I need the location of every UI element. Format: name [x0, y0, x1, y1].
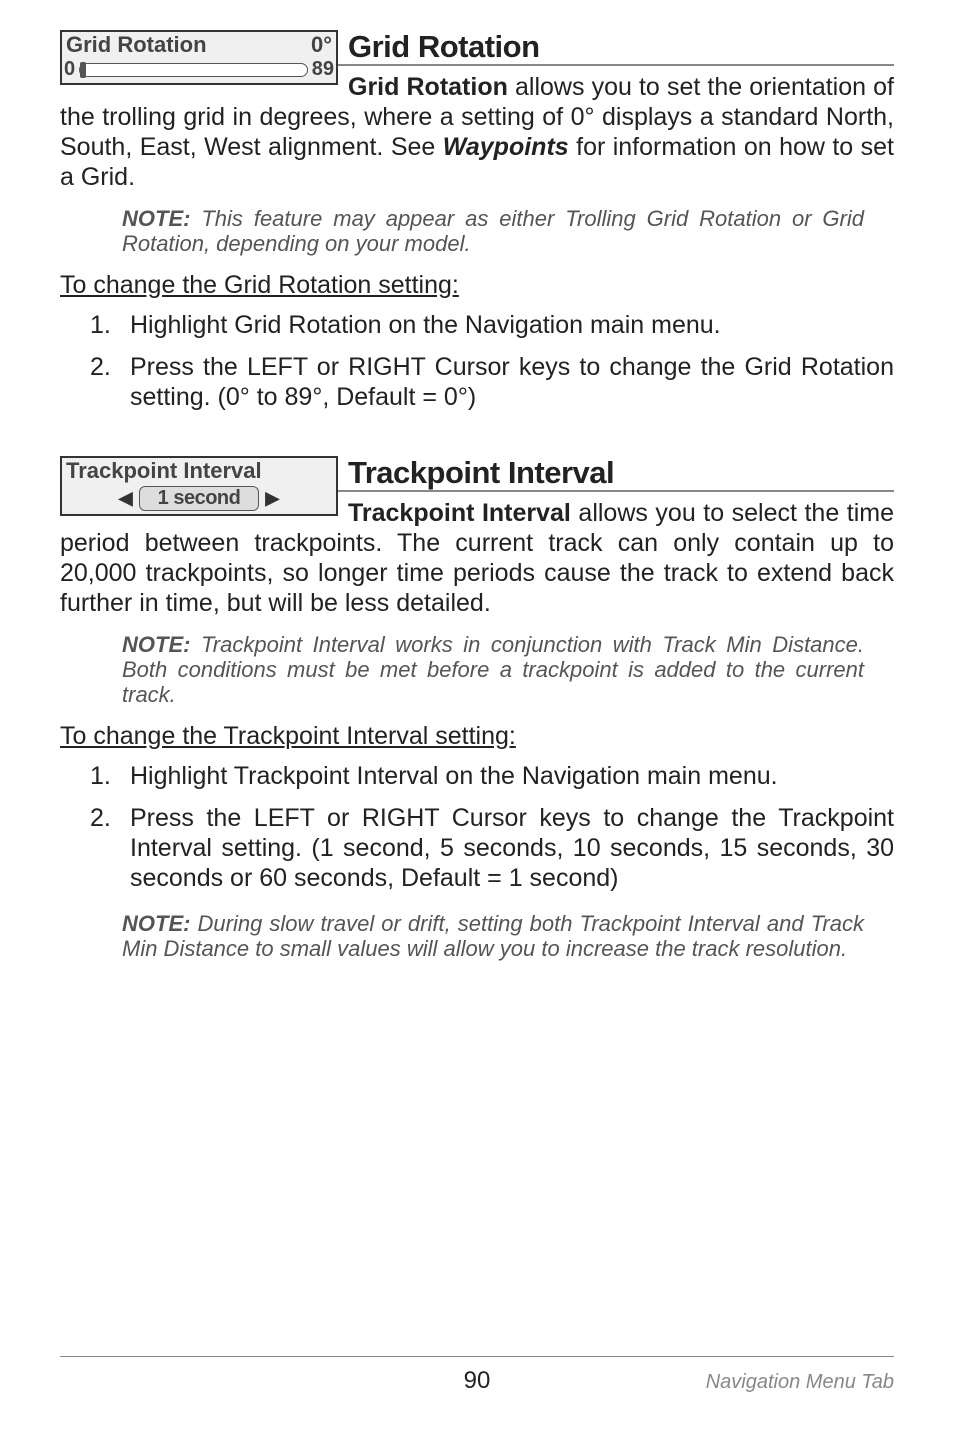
select-value: 1 second	[139, 486, 260, 511]
grid-rotation-lead: Grid Rotation allows you to set the orie…	[60, 72, 894, 192]
list-item: Highlight Trackpoint Interval on the Nav…	[60, 761, 894, 791]
grid-rotation-slider: 0 89	[62, 58, 336, 83]
inset-title: Trackpoint Interval	[66, 458, 262, 484]
list-item: Press the LEFT or RIGHT Cursor keys to c…	[60, 352, 894, 412]
footer-tab-label: Navigation Menu Tab	[490, 1371, 894, 1394]
slider-min: 0	[64, 58, 75, 81]
grid-rotation-note: NOTE: This feature may appear as either …	[122, 206, 864, 257]
trackpoint-lead: Trackpoint Interval allows you to select…	[60, 498, 894, 618]
page-footer: 90 Navigation Menu Tab	[60, 1356, 894, 1395]
trackpoint-note-1: NOTE: Trackpoint Interval works in conju…	[122, 632, 864, 708]
trackpoint-steps: Highlight Trackpoint Interval on the Nav…	[60, 761, 894, 893]
trackpoint-note-2: NOTE: During slow travel or drift, setti…	[122, 911, 864, 962]
inset-title: Grid Rotation	[66, 32, 207, 58]
grid-rotation-proc-heading: To change the Grid Rotation setting:	[60, 271, 894, 300]
chevron-left-icon: ◀	[119, 488, 133, 509]
slider-max: 89	[312, 58, 334, 81]
list-item: Press the LEFT or RIGHT Cursor keys to c…	[60, 803, 894, 893]
grid-rotation-section: Grid Rotation 0° 0 89 Grid Rotation Grid…	[60, 30, 894, 192]
grid-rotation-inset: Grid Rotation 0° 0 89	[60, 30, 338, 85]
list-item: Highlight Grid Rotation on the Navigatio…	[60, 310, 894, 340]
trackpoint-proc-heading: To change the Trackpoint Interval settin…	[60, 722, 894, 751]
trackpoint-inset: Trackpoint Interval ◀ 1 second ▶	[60, 456, 338, 516]
inset-value: 0°	[311, 32, 332, 58]
page-number: 90	[464, 1367, 491, 1395]
trackpoint-section: Trackpoint Interval ◀ 1 second ▶ Trackpo…	[60, 456, 894, 618]
trackpoint-selector: ◀ 1 second ▶	[62, 484, 336, 514]
slider-thumb	[80, 62, 86, 78]
chevron-right-icon: ▶	[265, 488, 279, 509]
grid-rotation-steps: Highlight Grid Rotation on the Navigatio…	[60, 310, 894, 412]
